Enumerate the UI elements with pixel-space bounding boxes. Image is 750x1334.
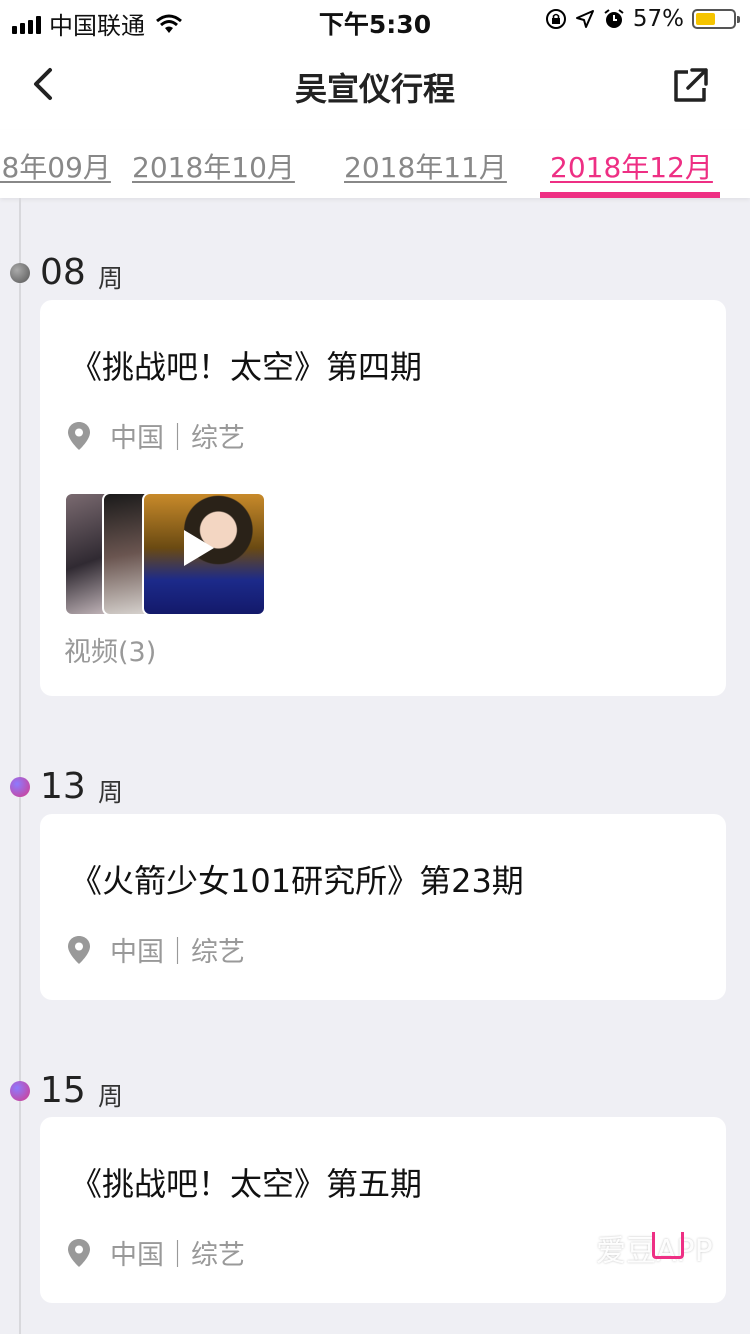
play-icon[interactable] — [184, 530, 214, 566]
month-tabs: 2018年09月 2018年10月 2018年11月 2018年12月 — [0, 130, 750, 198]
location-pin-icon — [68, 421, 90, 450]
day-number: 08 — [40, 252, 86, 293]
event-location-text: 中国｜综艺 — [110, 937, 245, 968]
tab-2018-10[interactable]: 2018年10月 — [132, 146, 295, 186]
timeline-line — [19, 198, 21, 1334]
shopping-bag-icon — [652, 1232, 684, 1259]
tab-2018-09[interactable]: 2018年09月 — [0, 146, 111, 186]
location-pin-icon — [68, 935, 90, 964]
location-arrow-icon — [575, 10, 594, 28]
status-bar: 中国联通 下午5:30 57% — [0, 0, 750, 40]
event-title: 《挑战吧！太空》第五期 — [70, 1165, 423, 1203]
event-title: 《挑战吧！太空》第四期 — [70, 348, 423, 386]
event-card[interactable]: 《火箭少女101研究所》第23期 中国｜综艺 — [40, 814, 726, 1000]
share-external-icon[interactable] — [672, 66, 710, 104]
day-number: 13 — [40, 766, 86, 807]
timeline-dot — [10, 777, 30, 797]
event-location: 中国｜综艺 — [68, 930, 245, 969]
tab-2018-11[interactable]: 2018年11月 — [344, 146, 507, 186]
battery-fill — [696, 13, 715, 25]
battery-percent: 57% — [632, 6, 684, 32]
event-location-text: 中国｜综艺 — [110, 1240, 245, 1271]
active-tab-indicator — [540, 192, 720, 198]
event-location-text: 中国｜综艺 — [110, 423, 245, 454]
event-card[interactable]: 《挑战吧！太空》第四期 中国｜综艺 视频(3) — [40, 300, 726, 696]
nav-bar: 吴宣仪行程 — [0, 40, 750, 130]
event-title: 《火箭少女101研究所》第23期 — [70, 862, 524, 900]
day-number: 15 — [40, 1070, 86, 1111]
video-thumbnails[interactable] — [64, 492, 274, 616]
tab-2018-12[interactable]: 2018年12月 — [550, 146, 713, 186]
event-location: 中国｜综艺 — [68, 416, 245, 455]
location-pin-icon — [68, 1238, 90, 1267]
video-count[interactable]: 视频(3) — [64, 630, 156, 669]
timeline-dot — [10, 263, 30, 283]
status-right: 57% — [545, 6, 740, 32]
page-title: 吴宣仪行程 — [294, 70, 455, 108]
event-location: 中国｜综艺 — [68, 1233, 245, 1272]
app-watermark: 爱豆APP — [596, 1208, 713, 1294]
alarm-icon — [604, 9, 624, 28]
rotation-lock-icon — [545, 9, 566, 29]
battery-icon — [692, 9, 740, 29]
timeline-dot — [10, 1081, 30, 1101]
